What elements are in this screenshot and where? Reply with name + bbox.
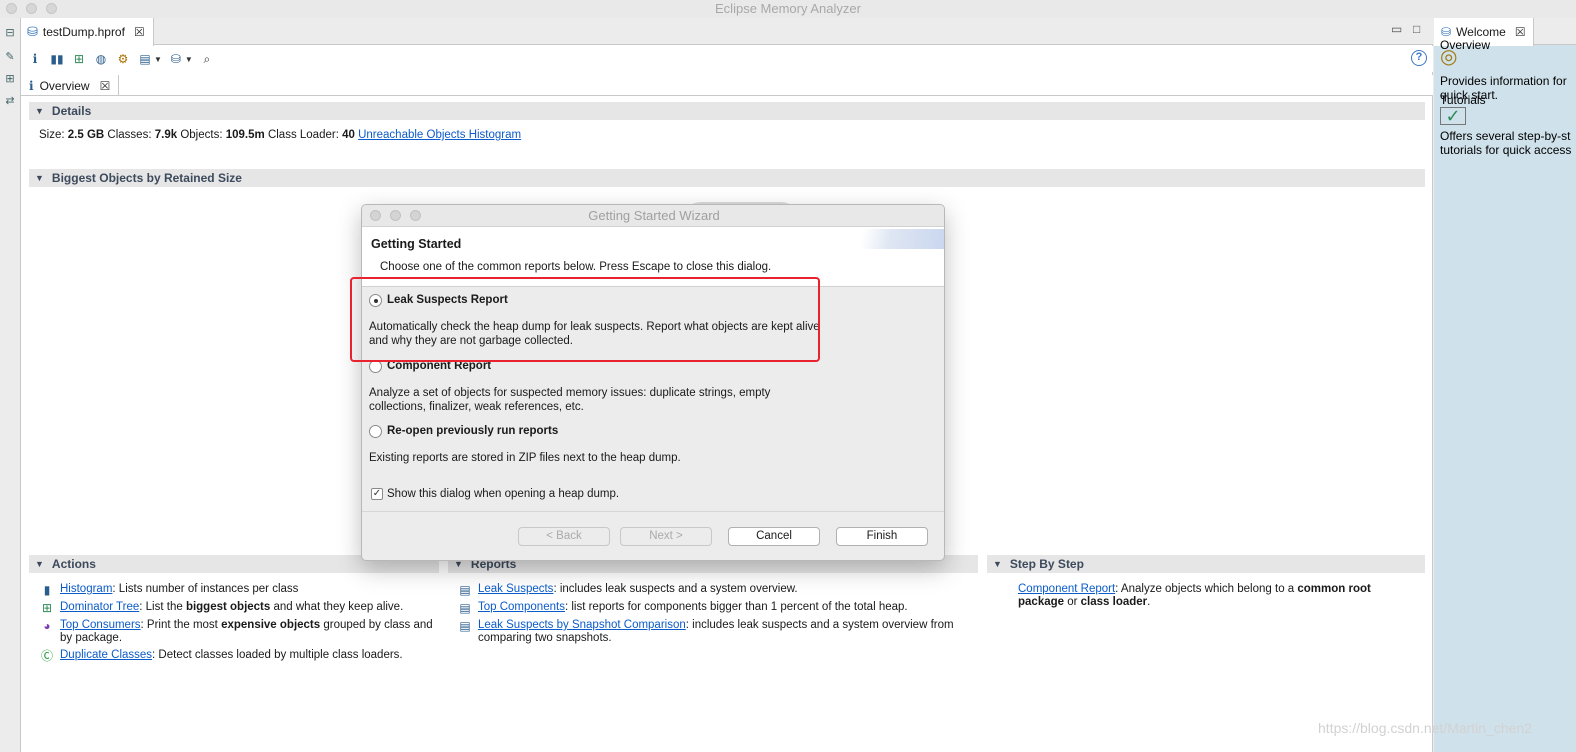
info-icon[interactable]: i [27, 51, 43, 67]
header-banner-graphic [806, 229, 944, 249]
list-item: ▤ Leak Suspects: includes leak suspects … [459, 583, 798, 597]
tutorials-text-1: Offers several step-by-st [1440, 129, 1571, 143]
watermark: https://blog.csdn.net/Martin_chen2 [1318, 720, 1533, 736]
actions-list: ▮ Histogram: Lists number of instances p… [40, 583, 440, 667]
editor-tabstrip: ⛁ testDump.hprof ☒ ▭ □ [21, 18, 1433, 46]
chevron-down-icon[interactable]: ▼ [185, 55, 193, 64]
welcome-view: ⛁ Welcome ☒ Overview ◎ Provides informat… [1434, 18, 1576, 752]
finish-button[interactable]: Finish [836, 527, 928, 546]
dialog-minimize-button[interactable] [390, 210, 401, 221]
leak-suspects-link[interactable]: Leak Suspects [478, 583, 553, 595]
close-tab-icon[interactable]: ☒ [100, 79, 111, 93]
search-icon[interactable]: ⌕ [199, 51, 215, 67]
overview-tabstrip: i Overview ☒ [21, 75, 1433, 96]
step-by-step-text: Component Report: Analyze objects which … [1018, 583, 1371, 608]
collapse-triangle-icon: ▼ [35, 559, 44, 569]
histogram-link[interactable]: Histogram [60, 583, 112, 595]
inspector-icon[interactable]: ⊞ [3, 72, 17, 86]
component-report-link[interactable]: Component Report [1018, 583, 1115, 595]
overview-text-1: Provides information for [1440, 74, 1567, 88]
run-report-icon[interactable]: ▤ [137, 51, 153, 67]
getting-started-dialog: Getting Started Wizard Getting Started C… [361, 204, 945, 561]
dialog-title: Getting Started Wizard [362, 205, 944, 227]
editor-toolbar: i ▮▮ ⊞ ◍ ⚙ ▤ ▼ ⛁ ▼ ⌕ ? [21, 46, 1433, 72]
duplicate-classes-link[interactable]: Duplicate Classes [60, 649, 152, 661]
collapse-triangle-icon: ▼ [35, 106, 44, 116]
dominator-tree-icon[interactable]: ⊞ [71, 51, 87, 67]
database-icon: ⛁ [27, 24, 38, 39]
list-item: ▮ Histogram: Lists number of instances p… [40, 583, 440, 597]
close-tab-icon[interactable]: ☒ [134, 25, 145, 39]
show-dialog-checkbox[interactable]: ✓ [371, 488, 383, 500]
details-title: Details [51, 104, 92, 118]
histogram-icon[interactable]: ▮▮ [49, 51, 65, 67]
notes-icon[interactable]: ✎ [3, 50, 17, 64]
unreachable-objects-histogram-link[interactable]: Unreachable Objects Histogram [358, 129, 521, 141]
dominator-tree-link[interactable]: Dominator Tree [60, 601, 139, 613]
biggest-objects-section-header[interactable]: ▼ Biggest Objects by Retained Size [29, 169, 1425, 187]
info-icon: i [29, 78, 34, 93]
dialog-close-button[interactable] [370, 210, 381, 221]
restore-icon[interactable]: ⊟ [3, 26, 17, 40]
window-title: Eclipse Memory Analyzer [715, 1, 861, 16]
lightbulb-icon: ◎ [1440, 46, 1458, 68]
list-item: ▤ Top Components: list reports for compo… [459, 601, 908, 615]
report-icon: ▤ [459, 619, 471, 633]
duplicate-classes-icon: Ⓒ [40, 649, 53, 663]
report-icon: ▤ [459, 601, 471, 615]
highlight-annotation [350, 277, 820, 362]
reopen-reports-radio[interactable] [369, 425, 382, 438]
back-button[interactable]: < Back [518, 527, 610, 546]
compare-icon[interactable]: ⇄ [3, 94, 17, 108]
step-by-step-title: Step By Step [1009, 557, 1084, 571]
cancel-button[interactable]: Cancel [728, 527, 820, 546]
top-consumers-link[interactable]: Top Consumers [60, 619, 141, 631]
details-section-header[interactable]: ▼ Details [29, 102, 1425, 120]
dialog-subheading: Choose one of the common reports below. … [380, 261, 772, 273]
window-titlebar: Eclipse Memory Analyzer [0, 0, 1576, 18]
histogram-icon: ▮ [43, 583, 51, 597]
dialog-heading: Getting Started [371, 237, 462, 251]
tab-overview[interactable]: i Overview ☒ [21, 75, 120, 96]
tutorials-title[interactable]: Tutorials [1440, 93, 1486, 107]
tutorials-text-2: tutorials for quick access [1440, 143, 1572, 157]
top-components-link[interactable]: Top Components [478, 601, 565, 613]
maximize-icon[interactable]: □ [1413, 22, 1420, 36]
dominator-tree-icon: ⊞ [41, 601, 53, 615]
list-item: Ⓒ Duplicate Classes: Detect classes load… [40, 649, 403, 663]
help-icon[interactable]: ? [1411, 50, 1427, 66]
left-trim-bar: ⊟ ✎ ⊞ ⇄ [0, 18, 21, 752]
tab-label: testDump.hprof [42, 25, 125, 39]
leak-suspects-comparison-link[interactable]: Leak Suspects by Snapshot Comparison [478, 619, 686, 631]
option-description: Analyze a set of objects for suspected m… [369, 387, 771, 413]
option-description: Existing reports are stored in ZIP files… [369, 452, 681, 464]
details-summary: Size: 2.5 GB Classes: 7.9k Objects: 109.… [39, 129, 522, 141]
actions-title: Actions [51, 557, 96, 571]
dialog-separator [362, 511, 944, 512]
checkbox-label: Show this dialog when opening a heap dum… [387, 488, 620, 500]
gears-icon[interactable]: ⚙ [115, 51, 131, 67]
welcome-icon: ⛁ [1441, 25, 1452, 39]
list-item: ◕ Top Consumers: Print the most expensiv… [40, 619, 440, 645]
report-icon: ▤ [459, 583, 471, 597]
collapse-triangle-icon: ▼ [35, 173, 44, 183]
step-by-step-section-header[interactable]: ▼ Step By Step [987, 555, 1425, 573]
heap-dump-icon[interactable]: ⛁ [168, 51, 184, 67]
tutorials-icon: ✓ [1440, 107, 1466, 125]
list-item: ⊞ Dominator Tree: List the biggest objec… [41, 601, 404, 615]
collapse-triangle-icon: ▼ [993, 559, 1002, 569]
biggest-objects-title: Biggest Objects by Retained Size [51, 171, 242, 185]
minimize-icon[interactable]: ▭ [1391, 22, 1402, 36]
tab-testdump[interactable]: ⛁ testDump.hprof ☒ [21, 18, 154, 46]
subtab-label: Overview [39, 78, 90, 93]
reports-list: ▤ Leak Suspects: includes leak suspects … [458, 583, 958, 649]
next-button[interactable]: Next > [620, 527, 712, 546]
pie-icon: ◕ [43, 619, 51, 633]
chevron-down-icon[interactable]: ▼ [154, 55, 162, 64]
dialog-zoom-button[interactable] [410, 210, 421, 221]
list-item: ▤ Leak Suspects by Snapshot Comparison: … [459, 619, 954, 644]
close-tab-icon[interactable]: ☒ [1515, 25, 1526, 39]
oql-icon[interactable]: ◍ [93, 51, 109, 67]
option-label: Re-open previously run reports [387, 425, 559, 437]
